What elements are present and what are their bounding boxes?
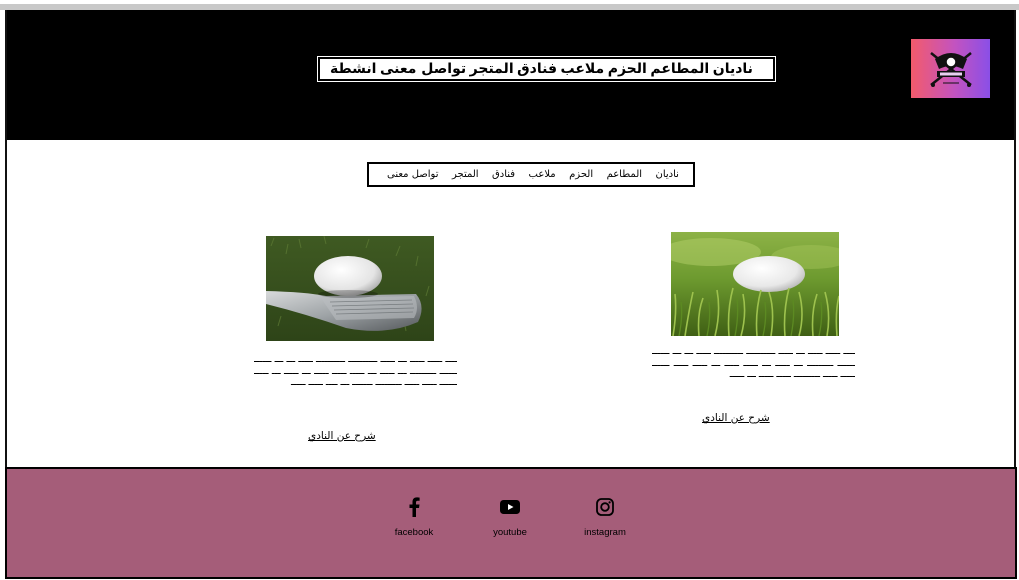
subnav-item-clubs[interactable]: ناديان [656, 169, 679, 180]
golf-club-crest-icon [929, 51, 972, 87]
nav-item-packages[interactable]: الحزم [608, 61, 647, 77]
club-info-link[interactable]: شرح عن النادي [308, 430, 376, 442]
page: ناديان المطاعم الحزم ملاعب فنادق المتجر … [0, 0, 1019, 580]
subnav-item-courses[interactable]: ملاعب [529, 169, 556, 180]
youtube-label: youtube [493, 527, 527, 538]
left-border [5, 10, 7, 468]
nav-item-courses[interactable]: ملاعب [561, 61, 605, 77]
youtube-link[interactable]: youtube [475, 497, 545, 538]
subnav-item-packages[interactable]: الحزم [569, 169, 593, 180]
instagram-link[interactable]: instagram [570, 497, 640, 538]
golf-ball-on-club-image [266, 236, 434, 341]
youtube-icon [500, 497, 520, 517]
subnav-item-hotels[interactable]: فنادق [492, 169, 515, 180]
main-nav: ناديان المطاعم الحزم ملاعب فنادق المتجر … [317, 56, 776, 82]
subnav-item-contact[interactable]: تواصل معنى [387, 169, 439, 180]
golf-ball-on-grass-image [671, 232, 839, 336]
right-border [1014, 10, 1016, 468]
instagram-label: instagram [584, 527, 626, 538]
club-info-link[interactable]: شرح عن النادي [702, 412, 770, 424]
facebook-link[interactable]: facebook [379, 497, 449, 538]
facebook-icon [404, 497, 424, 517]
card-description-text: ــــ ـــــ ـــــ ـــ ـــــ ــــــــــ ــ… [254, 355, 457, 389]
logo[interactable] [911, 39, 990, 98]
nav-item-restaurants[interactable]: المطاعم [650, 61, 709, 77]
nav-item-contact[interactable]: تواصل معنى [380, 61, 466, 77]
subnav-item-store[interactable]: المتجر [452, 169, 479, 180]
nav-item-activities[interactable]: انشطة [330, 61, 376, 77]
instagram-icon [595, 497, 615, 517]
nav-item-hotels[interactable]: فنادق [517, 61, 557, 77]
subnav-item-restaurants[interactable]: المطاعم [607, 169, 642, 180]
facebook-label: facebook [394, 527, 434, 538]
nav-item-clubs[interactable]: ناديان [713, 61, 753, 77]
card-description-text: ــــ ـــــ ـــــ ـــ ـــــ ــــــــــ ــ… [652, 347, 855, 381]
secondary-nav: ناديان المطاعم الحزم ملاعب فنادق المتجر … [367, 162, 695, 187]
nav-item-store[interactable]: المتجر [470, 61, 514, 77]
